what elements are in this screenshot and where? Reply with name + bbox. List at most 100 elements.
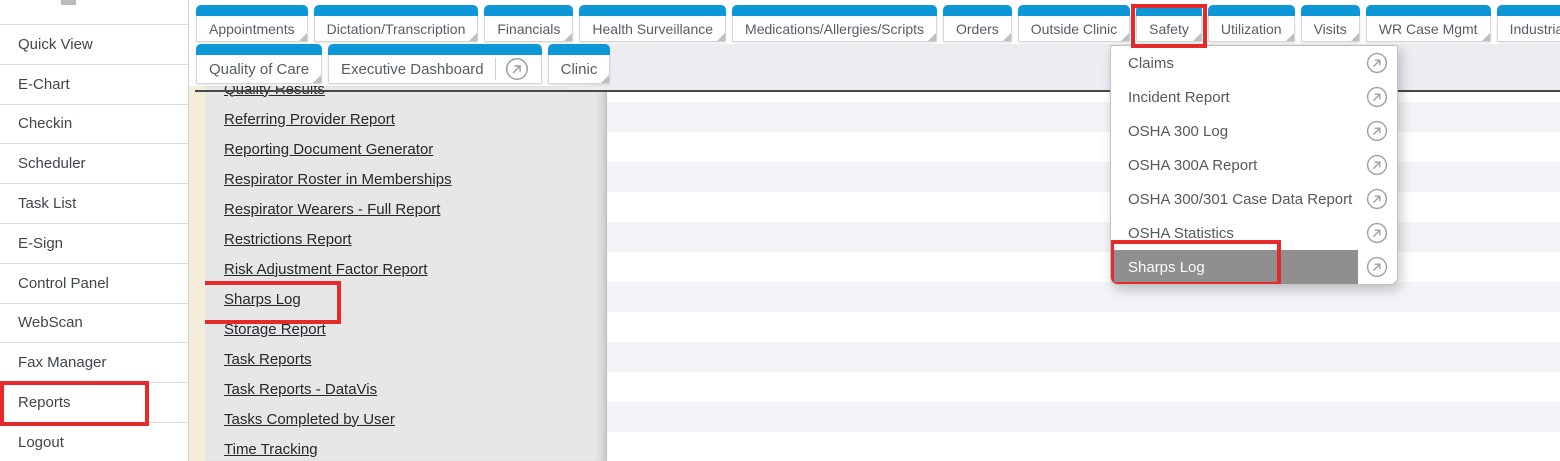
report-link[interactable]: Respirator Roster in Memberships [224, 171, 452, 188]
module-tab[interactable]: Orders [943, 5, 1012, 42]
module-tabs-row-2: Quality of Care Executive Dashboard Clin… [196, 44, 610, 84]
dropdown-menu-item[interactable]: Incident Report [1111, 80, 1397, 114]
module-tab[interactable]: WR Case Mgmt [1366, 5, 1491, 42]
report-link[interactable]: Tasks Completed by User [224, 411, 395, 428]
module-tab[interactable]: Utilization [1208, 5, 1295, 42]
module-tab[interactable]: Industrial Hygiene [1497, 5, 1560, 42]
module-tab[interactable]: Medications/Allergies/Scripts [732, 5, 937, 42]
sidebar-item-label: Logout [18, 434, 64, 451]
sidebar-item[interactable]: Fax Manager [0, 343, 188, 383]
sidebar-item-label: Checkin [18, 115, 72, 132]
open-external-icon[interactable] [1366, 154, 1388, 176]
report-link[interactable]: Respirator Wearers - Full Report [224, 201, 440, 218]
tab-corner-fold [469, 33, 477, 41]
module-tab[interactable]: Clinic [548, 44, 611, 84]
report-link[interactable]: Time Tracking [224, 441, 318, 458]
tab-label: Health Surveillance [592, 21, 713, 37]
report-link[interactable]: Task Reports - DataVis [224, 381, 377, 398]
dropdown-item-label: OSHA 300A Report [1111, 148, 1358, 182]
report-row: Respirator Wearers - Full Report [205, 194, 606, 224]
dropdown-menu-item[interactable]: Sharps Log [1111, 250, 1397, 284]
dropdown-item-label: OSHA 300 Log [1111, 114, 1358, 148]
tab-corner-fold [313, 75, 321, 83]
report-link[interactable]: Referring Provider Report [224, 111, 395, 128]
report-row: Time Tracking [205, 434, 606, 461]
sidebar-clipped-top-row [0, 0, 188, 25]
tab-label: Visits [1314, 21, 1347, 37]
module-tab[interactable]: Visits [1301, 5, 1360, 42]
app-window: Quick View E-Chart Checkin Scheduler Tas… [0, 0, 1560, 461]
dropdown-menu-item[interactable]: OSHA 300/301 Case Data Report [1111, 182, 1397, 216]
report-row: Tasks Completed by User [205, 404, 606, 434]
sidebar-item[interactable]: E-Sign [0, 224, 188, 264]
sidebar-item[interactable]: E-Chart [0, 65, 188, 105]
module-tab[interactable]: Executive Dashboard [328, 44, 542, 84]
report-row: Risk Adjustment Factor Report [205, 254, 606, 284]
dropdown-menu-item[interactable]: Claims [1111, 46, 1397, 80]
tab-label: Clinic [561, 61, 598, 78]
report-link[interactable]: Risk Adjustment Factor Report [224, 261, 427, 278]
sidebar-item-label: Fax Manager [18, 354, 106, 371]
tab-label: Outside Clinic [1031, 21, 1117, 37]
open-external-icon[interactable] [1366, 86, 1388, 108]
dropdown-item-label: Claims [1111, 46, 1358, 80]
open-external-icon[interactable] [1366, 222, 1388, 244]
report-row: Task Reports [205, 344, 606, 374]
module-tab[interactable]: Health Surveillance [579, 5, 726, 42]
tab-corner-fold [1351, 33, 1359, 41]
module-tab[interactable]: Quality of Care [196, 44, 322, 84]
content-area-striped-rows [607, 92, 1560, 461]
sidebar-item[interactable]: Checkin [0, 105, 188, 145]
tab-corner-fold [1482, 33, 1490, 41]
dropdown-menu-item[interactable]: OSHA 300 Log [1111, 114, 1397, 148]
tab-label: Quality of Care [209, 61, 309, 78]
module-tab[interactable]: Dictation/Transcription [314, 5, 479, 42]
open-external-icon[interactable] [1366, 120, 1388, 142]
dropdown-menu-item[interactable]: OSHA Statistics [1111, 216, 1397, 250]
report-link[interactable]: Restrictions Report [224, 231, 352, 248]
sidebar-item[interactable]: Task List [0, 184, 188, 224]
report-link[interactable]: Reporting Document Generator [224, 141, 433, 158]
open-external-icon[interactable] [505, 57, 529, 81]
module-tab[interactable]: Appointments [196, 5, 308, 42]
report-link[interactable]: Sharps Log [224, 291, 301, 308]
sidebar-item[interactable]: WebScan [0, 304, 188, 344]
tab-corner-fold [601, 75, 609, 83]
sidebar-item[interactable]: Reports [0, 383, 188, 423]
sidebar-item-label: Control Panel [18, 275, 109, 292]
open-external-icon[interactable] [1366, 52, 1388, 74]
report-link-list: Quality Results Referring Provider Repor… [205, 86, 606, 461]
report-panel-left-edge [189, 86, 205, 461]
sidebar-item[interactable]: Scheduler [0, 144, 188, 184]
report-link-panel: Quality Results Referring Provider Repor… [205, 86, 607, 461]
sidebar-item[interactable]: Logout [0, 423, 188, 461]
logo-stub [61, 0, 76, 5]
sidebar-item[interactable]: Quick View [0, 25, 188, 65]
report-link[interactable]: Task Reports [224, 351, 312, 368]
module-tab[interactable]: Safety [1136, 5, 1202, 42]
module-tab[interactable]: Outside Clinic [1018, 5, 1130, 42]
safety-dropdown-menu: Claims Incident Report OSHA 300 Log OSHA… [1110, 45, 1398, 285]
sidebar-item-list: Quick View E-Chart Checkin Scheduler Tas… [0, 25, 188, 461]
report-row: Restrictions Report [205, 224, 606, 254]
sidebar-item-label: E-Sign [18, 235, 63, 252]
dropdown-item-label: Sharps Log [1111, 250, 1358, 284]
open-external-icon[interactable] [1366, 188, 1388, 210]
sidebar-item-label: WebScan [18, 314, 83, 331]
tab-corner-fold [928, 33, 936, 41]
report-row: Task Reports - DataVis [205, 374, 606, 404]
tab-corner-fold [564, 33, 572, 41]
tab-label: Appointments [209, 21, 295, 37]
open-external-icon[interactable] [1366, 256, 1388, 278]
report-link[interactable]: Storage Report [224, 321, 326, 338]
sidebar-item-label: Reports [18, 394, 71, 411]
dropdown-menu-item[interactable]: OSHA 300A Report [1111, 148, 1397, 182]
tab-label: Dictation/Transcription [327, 21, 466, 37]
tab-corner-fold [299, 33, 307, 41]
sidebar-item[interactable]: Control Panel [0, 264, 188, 304]
module-tab[interactable]: Financials [484, 5, 573, 42]
tab-label: Medications/Allergies/Scripts [745, 21, 924, 37]
report-row: Respirator Roster in Memberships [205, 164, 606, 194]
tab-label: Industrial Hygiene [1510, 21, 1560, 37]
sidebar-item-label: Task List [18, 195, 76, 212]
